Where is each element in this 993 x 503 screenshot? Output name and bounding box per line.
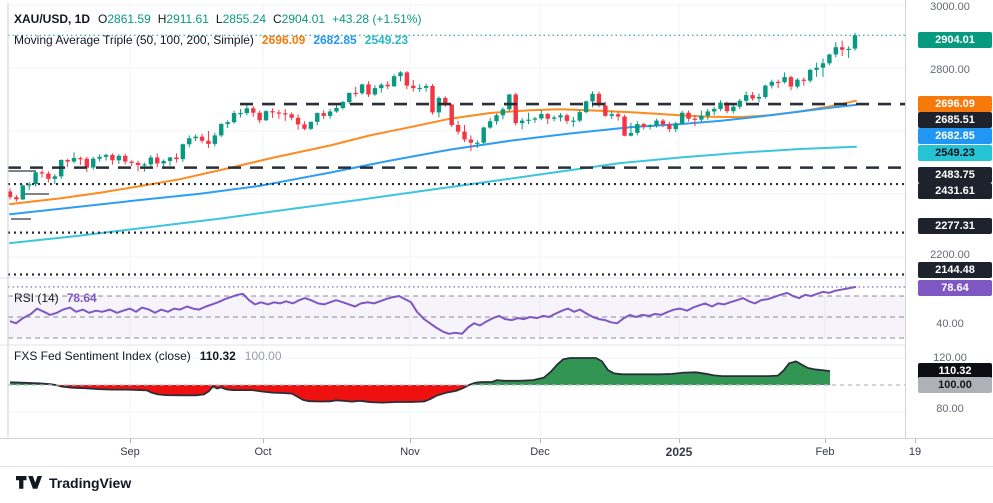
price-axis-label: 3000.00 (906, 0, 993, 14)
tradingview-logo-icon (16, 476, 42, 491)
fxs-baseline-value: 100.00 (245, 349, 282, 363)
price-axis-badge: 78.64 (918, 280, 992, 296)
chart-canvas[interactable] (0, 0, 993, 503)
ma-indicator-title: Moving Average Triple (50, 100, 200, Sim… (14, 33, 254, 47)
ohlc-value: 2904.01 (282, 12, 325, 26)
fxs-sentiment-indicator-legend[interactable]: FXS Fed Sentiment Index (close) 110.32 100… (14, 349, 282, 363)
time-axis-tick-mark (540, 439, 541, 443)
ohlc-value: 2855.24 (223, 12, 266, 26)
price-axis-badge: 2144.48 (918, 262, 992, 278)
time-axis-tick-label: 19 (909, 446, 921, 458)
tradingview-chart: XAU/USD, 1DO2861.59H2911.61L2855.24C2904… (0, 0, 993, 503)
time-axis-tick-mark (915, 439, 916, 443)
symbol-interval-label: XAU/USD, 1D (14, 12, 90, 26)
ohlc-key: C (273, 12, 282, 26)
change-label: +43.28 (+1.51%) (332, 12, 421, 26)
time-axis-tick-label: 2025 (666, 445, 693, 459)
time-axis-tick-mark (410, 439, 411, 443)
time-axis-tick-mark (130, 439, 131, 443)
price-axis-badge: 2277.31 (918, 218, 992, 234)
price-axis-badge: 2431.61 (918, 183, 992, 199)
symbol-legend[interactable]: XAU/USD, 1DO2861.59H2911.61L2855.24C2904… (14, 12, 421, 26)
time-axis-tick-label: Oct (254, 446, 271, 458)
tradingview-attribution[interactable]: TradingView (16, 475, 131, 491)
time-axis[interactable]: Sep Oct Nov Dec 2025 Feb 19 (0, 438, 993, 467)
time-axis-tick-mark (825, 439, 826, 443)
rsi-indicator-legend[interactable]: RSI (14) 78.64 (14, 291, 97, 305)
price-axis-label: 40.00 (906, 317, 993, 331)
price-axis-badge: 2904.01 (918, 32, 992, 48)
fxs-indicator-title: FXS Fed Sentiment Index (close) (14, 349, 191, 363)
time-axis-tick-label: Nov (400, 446, 420, 458)
rsi-value: 78.64 (67, 291, 97, 305)
ma-value: 2682.85 (313, 33, 356, 47)
time-axis-tick-mark (679, 439, 680, 443)
price-axis-badge: 2549.23 (918, 145, 992, 161)
price-axis-badge: 2483.75 (918, 167, 992, 183)
ma-value: 2549.23 (365, 33, 408, 47)
time-axis-tick-label: Feb (816, 446, 835, 458)
ohlc-key: O (98, 12, 107, 26)
fxs-value: 110.32 (200, 349, 236, 363)
rsi-indicator-title: RSI (14) (14, 291, 59, 305)
ohlc-value: 2861.59 (107, 12, 150, 26)
time-axis-tick-mark (263, 439, 264, 443)
price-axis-badge: 100.00 (918, 377, 992, 393)
price-axis-badge: 2685.51 (918, 112, 992, 128)
time-axis-tick-label: Dec (530, 446, 550, 458)
ohlc-key: L (216, 12, 223, 26)
price-axis[interactable]: 3000.002800.002200.0040.00120.0080.00290… (905, 0, 993, 465)
ma-triple-indicator-legend[interactable]: Moving Average Triple (50, 100, 200, Sim… (14, 33, 416, 47)
ohlc-value: 2911.61 (166, 12, 209, 26)
price-axis-label: 80.00 (906, 402, 993, 416)
ma-value: 2696.09 (262, 33, 305, 47)
price-axis-badge: 2696.09 (918, 96, 992, 112)
price-axis-badge: 2682.85 (918, 128, 992, 144)
time-axis-tick-label: Sep (120, 446, 140, 458)
price-axis-label: 2800.00 (906, 63, 993, 77)
brand-name: TradingView (49, 475, 131, 491)
price-axis-label: 2200.00 (906, 248, 993, 262)
